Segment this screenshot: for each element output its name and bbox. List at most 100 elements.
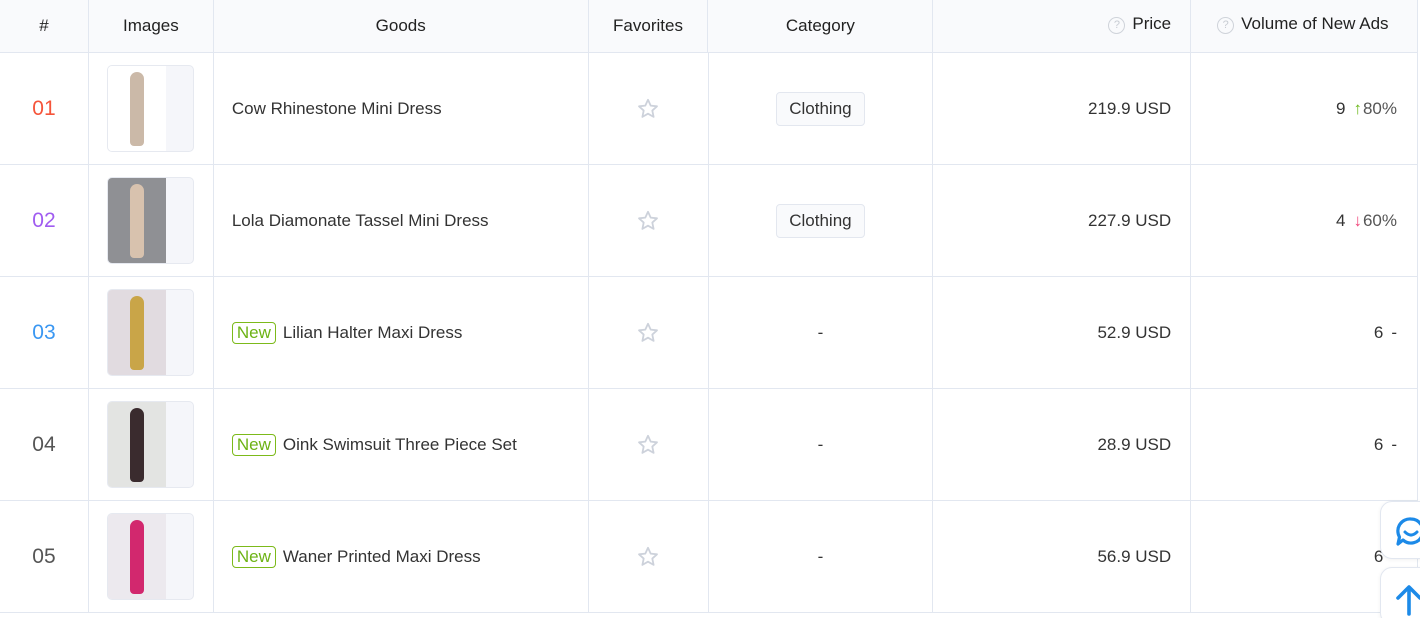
rank-cell: 01: [0, 53, 89, 164]
price-value: 52.9 USD: [1097, 322, 1172, 342]
favorite-cell[interactable]: [589, 277, 709, 388]
price-cell: 227.9 USD: [933, 165, 1192, 276]
star-icon: [638, 210, 658, 230]
image-cell: [89, 277, 214, 388]
product-name[interactable]: Cow Rhinestone Mini Dress: [232, 99, 442, 118]
model-figure: [130, 520, 145, 594]
volume-cell: 6-: [1191, 389, 1418, 500]
image-cell: [89, 501, 214, 612]
rank-cell: 05: [0, 501, 89, 612]
rank-cell: 02: [0, 165, 89, 276]
header-category: Category: [708, 0, 934, 52]
product-photo: [108, 402, 167, 487]
goods-cell: New Oink Swimsuit Three Piece Set: [214, 389, 589, 500]
favorite-cell[interactable]: [589, 501, 709, 612]
header-rank: #: [0, 0, 89, 52]
favorite-cell[interactable]: [589, 389, 709, 500]
new-badge: New: [231, 546, 276, 568]
header-favorites: Favorites: [589, 0, 709, 52]
price-cell: 56.9 USD: [933, 501, 1192, 612]
volume-count: 4: [1336, 210, 1346, 230]
goods-ranking-table: # Images Goods Favorites Category ? Pric…: [0, 0, 1418, 613]
favorite-cell[interactable]: [589, 165, 709, 276]
goods-cell: Lola Diamonate Tassel Mini Dress: [214, 165, 589, 276]
product-name[interactable]: Oink Swimsuit Three Piece Set: [283, 435, 517, 454]
volume-change: 80%: [1362, 98, 1397, 118]
header-volume[interactable]: ? Volume of New Ads: [1191, 0, 1418, 52]
volume-count: 6: [1373, 322, 1384, 342]
table-row[interactable]: 03 New Lilian Halter Maxi Dress -52.9 USD 6-: [0, 277, 1418, 389]
rank-number: 02: [32, 208, 56, 232]
product-name[interactable]: Waner Printed Maxi Dress: [283, 547, 481, 566]
category-tag[interactable]: Clothing: [776, 203, 865, 238]
rank-cell: 03: [0, 277, 89, 388]
favorite-cell[interactable]: [589, 53, 709, 164]
product-name[interactable]: Lilian Halter Maxi Dress: [283, 323, 463, 342]
volume-change: -: [1391, 434, 1397, 454]
model-figure: [130, 296, 145, 370]
rank-number: 01: [32, 96, 56, 120]
product-thumbnail[interactable]: [107, 513, 195, 600]
star-icon: [638, 434, 658, 454]
product-thumbnail[interactable]: [107, 65, 195, 152]
help-icon[interactable]: ?: [1108, 17, 1126, 34]
image-cell: [89, 53, 214, 164]
category-tag[interactable]: Clothing: [776, 91, 865, 126]
rank-cell: 04: [0, 389, 89, 500]
product-thumbnail[interactable]: [107, 177, 195, 264]
arrow-up-icon: [1396, 585, 1420, 616]
header-price[interactable]: ? Price: [933, 0, 1192, 52]
header-volume-label: Volume of New Ads: [1241, 14, 1389, 33]
header-price-label: Price: [1132, 14, 1172, 33]
back-to-top-button[interactable]: [1380, 567, 1420, 618]
category-cell: -: [709, 277, 934, 388]
product-thumbnail[interactable]: [107, 289, 195, 376]
chat-button[interactable]: [1380, 501, 1420, 559]
model-figure: [130, 184, 145, 258]
price-cell: 28.9 USD: [933, 389, 1192, 500]
price-cell: 219.9 USD: [933, 53, 1192, 164]
volume-count: 9: [1336, 98, 1346, 118]
volume-cell: 4 ↓ 60%: [1191, 165, 1418, 276]
model-figure: [130, 408, 145, 482]
volume-change: 60%: [1362, 210, 1397, 230]
goods-cell: Cow Rhinestone Mini Dress: [214, 53, 589, 164]
chat-smile-icon: [1396, 517, 1420, 546]
product-photo: [108, 514, 167, 599]
product-photo: [108, 66, 167, 151]
category-empty: -: [817, 434, 824, 454]
product-name[interactable]: Lola Diamonate Tassel Mini Dress: [232, 211, 489, 230]
new-badge: New: [231, 322, 276, 344]
table-row[interactable]: 05NewWaner Printed Maxi Dress-56.9 USD6-: [0, 501, 1418, 613]
star-icon: [638, 98, 658, 118]
new-badge: New: [231, 434, 276, 456]
image-cell: [89, 165, 214, 276]
product-photo: [108, 290, 167, 375]
price-value: 56.9 USD: [1097, 546, 1172, 566]
help-icon[interactable]: ?: [1217, 17, 1235, 34]
rank-number: 04: [32, 432, 56, 456]
category-empty: -: [817, 322, 824, 342]
star-icon: [638, 322, 658, 342]
product-photo: [108, 178, 167, 263]
table-row[interactable]: 01 Cow Rhinestone Mini Dress Clothing 219.9…: [0, 53, 1418, 165]
price-value: 219.9 USD: [1087, 98, 1172, 118]
table-row[interactable]: 02 Lola Diamonate Tassel Mini Dress Clothi…: [0, 165, 1418, 277]
goods-cell: New Lilian Halter Maxi Dress: [214, 277, 589, 388]
category-cell: -: [709, 389, 934, 500]
header-images: Images: [89, 0, 214, 52]
header-goods: Goods: [214, 0, 589, 52]
volume-cell: 9 ↑ 80%: [1191, 53, 1418, 164]
arrow-down-icon: ↓: [1353, 210, 1362, 230]
arrow-up-icon: ↑: [1353, 98, 1362, 118]
price-cell: 52.9 USD: [933, 277, 1192, 388]
goods-cell: New Waner Printed Maxi Dress: [214, 501, 589, 612]
volume-change: -: [1391, 322, 1397, 342]
table-row[interactable]: 04 New Oink Swimsuit Three Piece Set - 28.9 …: [0, 389, 1418, 501]
product-thumbnail[interactable]: [107, 401, 195, 488]
rank-number: 03: [32, 320, 56, 344]
model-figure: [130, 72, 145, 146]
price-value: 227.9 USD: [1087, 210, 1172, 230]
category-cell: Clothing: [709, 53, 934, 164]
volume-cell: 6-: [1191, 277, 1418, 388]
